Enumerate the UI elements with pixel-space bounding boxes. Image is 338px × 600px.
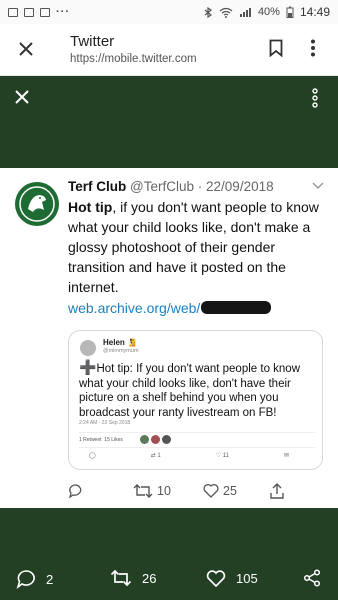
signal-icon	[239, 7, 251, 17]
battery-icon	[286, 6, 294, 18]
terf-club-logo-icon	[19, 186, 55, 222]
quoted-message-icon: ✉	[283, 453, 289, 459]
quoted-actions: ◯ ⇄ 1 ♡ 11 ✉	[89, 452, 289, 459]
tweet-actions: 10 25	[68, 483, 293, 499]
footer-retweet-button[interactable]: 26	[110, 569, 156, 587]
share-icon	[270, 483, 284, 499]
quoted-text: ➕Hot tip: If you don't want people to kn…	[79, 360, 317, 420]
quoted-stats: 1 Retweet 15 Likes	[79, 437, 123, 443]
retweet-icon	[110, 569, 132, 587]
footer-retweet-count: 26	[142, 570, 157, 586]
tweet-header: Terf Club @TerfClub · 22/09/2018	[68, 179, 274, 194]
footer-like-button[interactable]: 105	[206, 569, 258, 587]
quoted-divider	[79, 447, 315, 448]
tweet-date[interactable]: 22/09/2018	[206, 179, 274, 194]
heart-icon	[206, 570, 226, 587]
quoted-author-handle: @mimmymum	[103, 348, 139, 354]
browser-toolbar: Twitter https://mobile.twitter.com	[0, 24, 338, 76]
image-icon	[24, 7, 34, 17]
retweet-icon	[133, 484, 153, 498]
quoted-like-action-count: 11	[222, 453, 229, 459]
quoted-divider	[79, 432, 315, 433]
like-count: 25	[223, 483, 237, 498]
close-icon[interactable]	[16, 39, 36, 59]
reply-icon	[68, 484, 82, 499]
like-button[interactable]: 25	[203, 483, 237, 498]
viewer-footer: 2 26 105	[0, 508, 338, 600]
retweet-count: 10	[157, 484, 171, 498]
share-icon[interactable]	[303, 569, 321, 587]
quoted-text-body: Hot tip: If you don't want people to kno…	[79, 363, 301, 419]
quoted-retweet-action-count: 1	[157, 453, 161, 459]
clock: 14:49	[299, 5, 330, 19]
quoted-like-count: 15 Likes	[104, 437, 123, 443]
reply-icon	[16, 570, 35, 589]
chevron-down-icon[interactable]	[312, 182, 324, 190]
quoted-author-name-text: Helen	[103, 338, 125, 347]
quoted-likers	[140, 435, 171, 444]
close-viewer-icon[interactable]	[14, 89, 30, 105]
avatar[interactable]	[15, 182, 59, 226]
page-title: Twitter	[70, 33, 115, 50]
heart-icon	[203, 483, 219, 498]
retweet-button[interactable]: 10	[133, 483, 171, 499]
footer-like-count: 105	[236, 570, 258, 586]
reply-button[interactable]	[68, 483, 84, 499]
more-notifications-icon: ···	[56, 6, 70, 18]
calendar-icon	[40, 7, 50, 17]
quoted-reply-icon: ◯	[89, 453, 96, 459]
battery-percent: 40%	[257, 6, 280, 18]
quoted-tweet[interactable]: Helen 🧏 @mimmymum ➕Hot tip: If you don't…	[68, 330, 323, 470]
quoted-avatar	[80, 340, 96, 356]
page-url: https://mobile.twitter.com	[70, 53, 197, 65]
footer-reply-button[interactable]: 2	[16, 569, 53, 589]
tweet-link-text[interactable]: web.archive.org/web/	[68, 300, 200, 316]
quoted-like-action: ♡ 11	[215, 453, 229, 459]
redaction-mark	[201, 301, 272, 314]
quoted-retweet-count: 1 Retweet	[79, 437, 102, 443]
footer-reply-count: 2	[46, 571, 54, 587]
tweet-bold-lead: Hot tip	[68, 199, 113, 215]
bookmark-icon[interactable]	[269, 39, 283, 57]
quoted-date: 2:24 AM - 22 Sep 2018	[79, 420, 131, 426]
quoted-retweet-action: ⇄ 1	[150, 453, 161, 459]
plus-icon: ➕	[79, 359, 97, 375]
viewer-menu-icon[interactable]	[312, 88, 318, 108]
separator-dot: ·	[197, 179, 203, 194]
bluetooth-icon	[204, 6, 212, 18]
liker-avatar	[140, 435, 149, 444]
quoted-author-name: Helen 🧏	[103, 338, 136, 347]
status-bar: ··· 40% 14:49	[0, 0, 338, 24]
tweet-link[interactable]: web.archive.org/web/	[68, 300, 272, 316]
more-options-icon[interactable]	[310, 39, 316, 57]
wifi-icon	[219, 7, 233, 18]
liker-avatar	[162, 435, 171, 444]
tweet-card[interactable]: Terf Club @TerfClub · 22/09/2018 Hot tip…	[0, 168, 338, 508]
viewer-header	[0, 76, 338, 168]
author-handle[interactable]: @TerfClub	[130, 179, 194, 194]
author-name[interactable]: Terf Club	[68, 179, 126, 194]
liker-avatar	[151, 435, 160, 444]
share-button[interactable]	[269, 483, 285, 499]
gallery-icon	[8, 7, 18, 17]
tweet-text: Hot tip, if you don't want people to kno…	[68, 197, 330, 297]
